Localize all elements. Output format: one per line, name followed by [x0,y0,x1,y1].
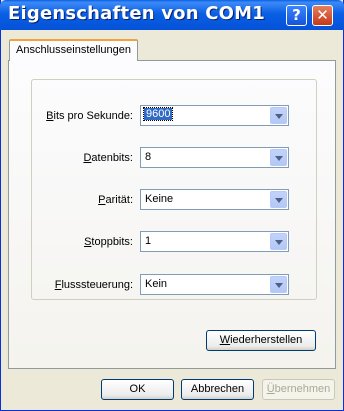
flow-control-select[interactable]: Kein [140,274,289,295]
bits-per-second-label: Bits pro Sekunde: [46,110,133,122]
tab-anschlusseinstellungen[interactable]: Anschlusseinstellungen [9,39,138,61]
data-bits-select[interactable]: 8 [140,147,289,168]
bits-per-second-value: 9600 [142,107,174,121]
close-icon: ✕ [316,6,329,24]
ok-button[interactable]: OK [101,379,174,400]
close-button[interactable]: ✕ [312,5,333,26]
help-icon: ? [292,6,301,24]
chevron-down-icon[interactable] [270,149,287,166]
title-bar[interactable]: Eigenschaften von COM1 ? ✕ [0,0,344,30]
restore-defaults-button[interactable]: Wiederherstellen [206,330,316,351]
stop-bits-select[interactable]: 1 [140,231,289,252]
cancel-button[interactable]: Abbrechen [181,379,254,400]
data-bits-label: Datenbits: [83,152,133,164]
chevron-down-icon[interactable] [270,233,287,250]
apply-button[interactable]: Übernehmen [262,379,335,400]
help-button[interactable]: ? [286,5,307,26]
window-title: Eigenschaften von COM1 [8,3,265,24]
stop-bits-label: Stoppbits: [84,236,133,248]
properties-dialog: Eigenschaften von COM1 ? ✕ Anschlusseins… [0,0,344,411]
data-bits-value: 8 [145,151,152,163]
parity-label: Parität: [98,194,133,206]
flow-control-label: Flusssteuerung: [54,279,133,291]
chevron-down-icon[interactable] [270,107,287,124]
bits-per-second-select[interactable]: 9600 [140,105,289,126]
parity-value: Keine [145,193,174,205]
flow-control-value: Kein [145,278,168,290]
parity-select[interactable]: Keine [140,189,289,210]
chevron-down-icon[interactable] [270,191,287,208]
stop-bits-value: 1 [145,235,152,247]
chevron-down-icon[interactable] [270,276,287,293]
